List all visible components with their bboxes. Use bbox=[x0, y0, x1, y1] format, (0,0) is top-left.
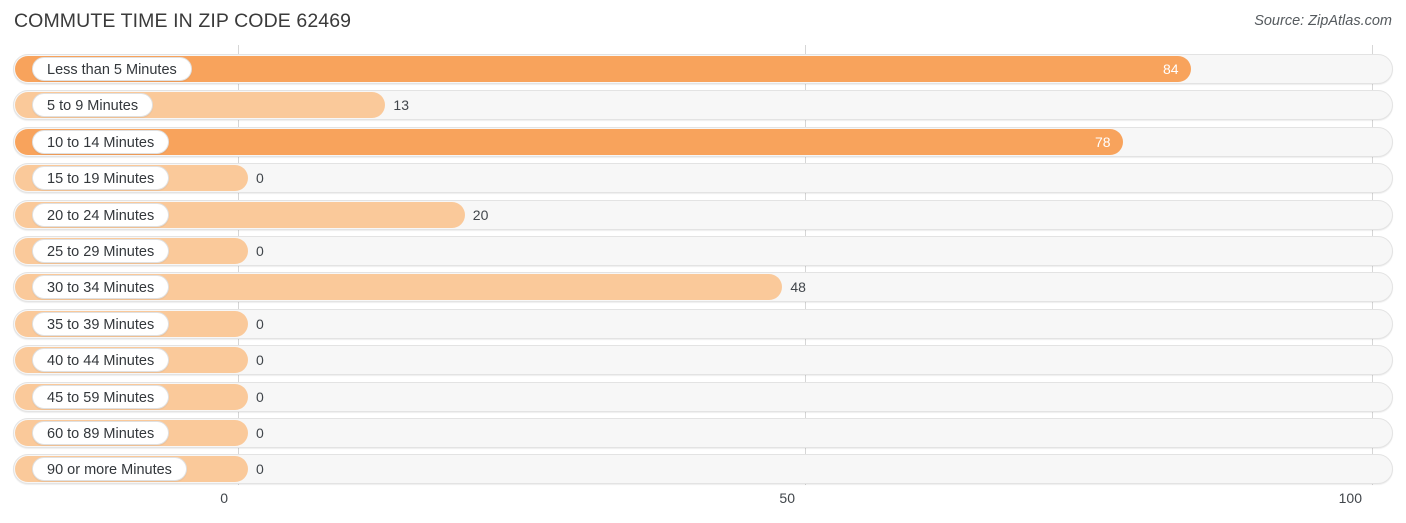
bar-value-label: 0 bbox=[256, 243, 264, 259]
category-label: 60 to 89 Minutes bbox=[32, 421, 170, 445]
bar-row[interactable]: 0 60 to 89 Minutes bbox=[13, 418, 1393, 448]
bar-row[interactable]: 0 25 to 29 Minutes bbox=[13, 236, 1393, 266]
bar-row[interactable]: 0 35 to 39 Minutes bbox=[13, 308, 1393, 339]
category-label: 25 to 29 Minutes bbox=[32, 239, 170, 263]
bar-row[interactable]: 84 Less than 5 Minutes bbox=[13, 54, 1393, 84]
category-label: Less than 5 Minutes bbox=[32, 57, 192, 81]
bar-row[interactable]: 0 15 to 19 Minutes bbox=[13, 163, 1393, 194]
bar-rows: 84 Less than 5 Minutes 13 5 to 9 Minutes 78 1… bbox=[0, 45, 1406, 485]
bar-value-label: 0 bbox=[256, 461, 264, 478]
category-label: 90 or more Minutes bbox=[32, 457, 187, 482]
category-label: 35 to 39 Minutes bbox=[32, 311, 170, 336]
category-label: 45 to 59 Minutes bbox=[32, 384, 170, 409]
bar-row[interactable]: 0 90 or more Minutes bbox=[13, 454, 1393, 485]
axis-tick-label: 100 bbox=[1338, 490, 1362, 506]
bar-value-label: 0 bbox=[256, 315, 264, 332]
bar-row[interactable]: 13 5 to 9 Minutes bbox=[13, 90, 1393, 121]
category-label: 30 to 34 Minutes bbox=[32, 275, 170, 300]
category-label: 10 to 14 Minutes bbox=[32, 129, 170, 154]
bar-row[interactable]: 20 20 to 24 Minutes bbox=[13, 199, 1393, 230]
plot-area: 84 Less than 5 Minutes 13 5 to 9 Minutes 78 1… bbox=[0, 45, 1406, 485]
bar-row[interactable]: 78 10 to 14 Minutes bbox=[13, 126, 1393, 157]
bar-value-label: 0 bbox=[256, 388, 264, 405]
bar-value-label: 20 bbox=[472, 206, 489, 223]
chart-header: COMMUTE TIME IN ZIP CODE 62469 Source: Z… bbox=[0, 0, 1406, 45]
bar-value-label: 13 bbox=[393, 97, 409, 114]
commute-time-chart: COMMUTE TIME IN ZIP CODE 62469 Source: Z… bbox=[0, 0, 1406, 523]
bar-value-label: 48 bbox=[790, 279, 806, 296]
category-label: 20 to 24 Minutes bbox=[32, 202, 170, 227]
bar-row[interactable]: 48 30 to 34 Minutes bbox=[13, 272, 1393, 303]
bar-row[interactable]: 0 40 to 44 Minutes bbox=[13, 345, 1393, 376]
bar-value-label: 0 bbox=[256, 425, 264, 441]
category-label: 40 to 44 Minutes bbox=[32, 348, 170, 373]
category-label: 15 to 19 Minutes bbox=[32, 166, 170, 191]
category-label: 5 to 9 Minutes bbox=[32, 93, 154, 118]
x-axis: 0 50 100 bbox=[0, 485, 1406, 523]
bar-value-label: 0 bbox=[256, 352, 264, 369]
bar-value-label: 84 bbox=[1162, 61, 1179, 77]
bar-value-label: 0 bbox=[256, 170, 264, 187]
bar-value-label: 78 bbox=[1094, 133, 1111, 150]
axis-tick-label: 50 bbox=[779, 490, 795, 506]
axis-tick-label: 0 bbox=[220, 490, 228, 506]
bar-row[interactable]: 0 45 to 59 Minutes bbox=[13, 381, 1393, 412]
source-attribution: Source: ZipAtlas.com bbox=[1254, 13, 1392, 29]
page-title: COMMUTE TIME IN ZIP CODE 62469 bbox=[14, 10, 352, 32]
bar-fill[interactable]: 78 bbox=[15, 128, 1123, 155]
